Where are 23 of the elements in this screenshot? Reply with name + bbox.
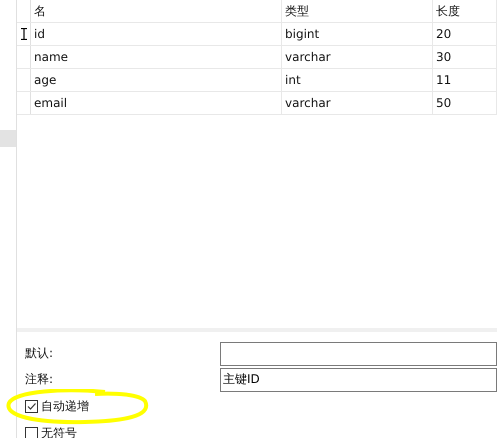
table-cell: email <box>31 92 282 114</box>
input-field[interactable]: 主键ID <box>220 368 497 392</box>
table-cell: 50 <box>433 92 497 114</box>
table-cell: 20 <box>433 23 497 45</box>
column-header[interactable]: 长度 <box>433 0 497 22</box>
table-cell: 11 <box>433 69 497 91</box>
field-label: 默认: <box>25 345 54 362</box>
table-cell: id <box>31 23 282 45</box>
table-cell: varchar <box>282 46 433 68</box>
checkbox[interactable] <box>25 400 38 413</box>
table-cell: varchar <box>282 92 433 114</box>
column-header[interactable]: 类型 <box>282 0 433 22</box>
table-cell: name <box>31 46 282 68</box>
text-cursor-icon <box>20 28 26 40</box>
column-header[interactable]: 名 <box>31 0 282 22</box>
checkbox[interactable] <box>25 427 38 438</box>
table-cell: int <box>282 69 433 91</box>
table-cell: bigint <box>282 23 433 45</box>
table-cell: age <box>31 69 282 91</box>
checkbox-label[interactable]: 自动递增 <box>41 398 89 415</box>
table-cell: 30 <box>433 46 497 68</box>
input-field[interactable] <box>220 342 497 366</box>
field-label: 注释: <box>25 371 54 388</box>
